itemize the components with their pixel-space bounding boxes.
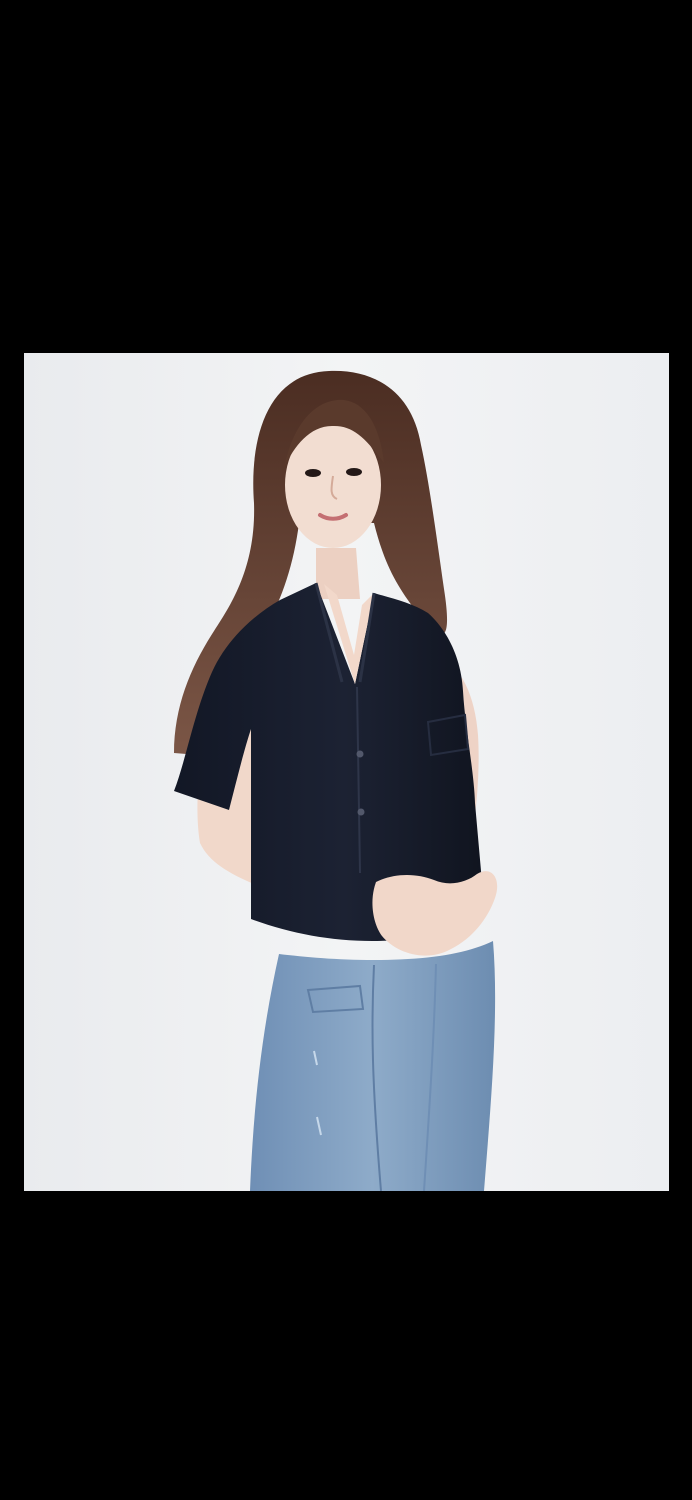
product-photo[interactable] (24, 353, 669, 1191)
right-eye (346, 468, 362, 476)
left-eye (305, 469, 321, 477)
image-viewer (0, 0, 692, 1500)
shirt-button-2 (357, 808, 365, 816)
neck (316, 548, 360, 599)
shirt-button-1 (356, 750, 364, 758)
fashion-model-illustration (24, 353, 669, 1191)
